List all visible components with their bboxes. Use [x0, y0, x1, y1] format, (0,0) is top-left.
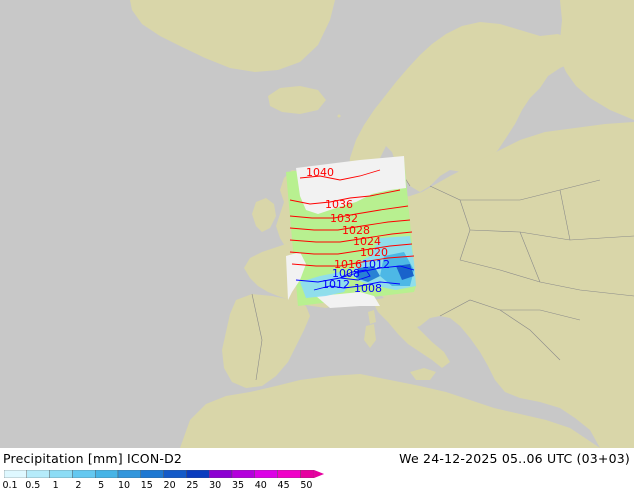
faroe-land — [337, 114, 341, 118]
scale-segment — [4, 470, 27, 478]
scale-segment — [277, 470, 301, 478]
isobar-label: 1012 — [322, 278, 350, 291]
scale-tick-label: 30 — [209, 480, 222, 491]
scale-tick-label: 1 — [52, 480, 59, 491]
map-footer: Precipitation [mm] ICON-D2 We 24-12-2025… — [0, 448, 634, 491]
scale-segment — [140, 470, 164, 478]
scale-segment — [186, 470, 210, 478]
scale-tick-label: 15 — [140, 480, 153, 491]
precip-color-scale — [4, 470, 325, 478]
scale-tick-label: 0.1 — [2, 480, 18, 491]
scale-segment — [94, 470, 119, 478]
map-title: Precipitation [mm] ICON-D2 — [3, 451, 183, 466]
scale-segment — [231, 470, 255, 478]
scale-segment — [163, 470, 187, 478]
scale-tick-label: 40 — [254, 480, 267, 491]
isobar-label: 1012 — [362, 258, 390, 271]
scale-tick-label: 45 — [277, 480, 290, 491]
scale-segment — [117, 470, 141, 478]
scale-tick-label: 2 — [75, 480, 82, 491]
valid-time: We 24-12-2025 05..06 UTC (03+03) — [399, 451, 630, 466]
scale-segment — [49, 470, 73, 478]
scale-segment — [208, 470, 233, 478]
isobar-label: 1040 — [306, 166, 334, 179]
scale-tick-label: 0.5 — [25, 480, 41, 491]
scale-segment — [72, 470, 96, 478]
scale-tick-label: 20 — [163, 480, 176, 491]
scale-tick-label: 25 — [186, 480, 199, 491]
scale-tick-label: 50 — [300, 480, 313, 491]
precipitation-map: 1040 1036 1032 1028 1024 1020 1016 1012 … — [0, 0, 634, 448]
scale-tick-label: 10 — [117, 480, 131, 491]
scale-tick-label: 35 — [231, 480, 245, 491]
scale-tick-label: 5 — [98, 480, 105, 491]
isobar-label: 1008 — [354, 282, 382, 295]
isobar-label: 1036 — [325, 198, 353, 211]
scale-arrow — [314, 470, 325, 478]
scale-segment — [300, 470, 315, 478]
scale-segment — [26, 470, 50, 478]
scale-segment — [254, 470, 278, 478]
